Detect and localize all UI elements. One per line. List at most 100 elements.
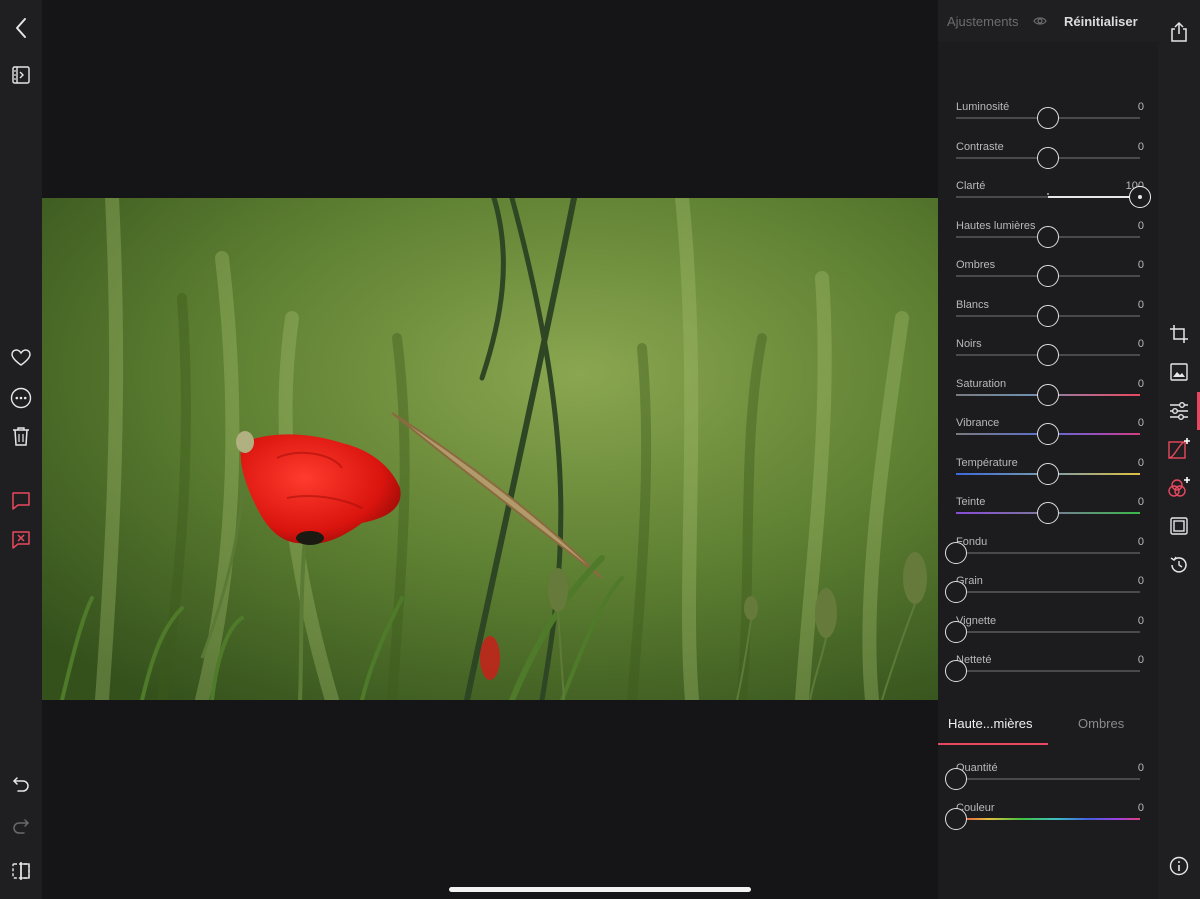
- panel-title: Ajustements: [947, 14, 1019, 29]
- back-icon[interactable]: [7, 14, 35, 42]
- slider-saturation[interactable]: Saturation 0: [956, 377, 1144, 414]
- slider-value: 0: [1137, 614, 1144, 627]
- slider-label: Luminosité: [956, 101, 1010, 113]
- slider-luminosit-[interactable]: Luminosité 0: [956, 101, 1144, 137]
- app-window: Ajustements Réinitialiser Luminosité 0 Con…: [0, 0, 1200, 899]
- slider-track[interactable]: [956, 630, 1140, 633]
- slider-knob[interactable]: [1129, 186, 1151, 208]
- slider-track[interactable]: [956, 551, 1140, 554]
- photo-poppy[interactable]: [42, 198, 938, 700]
- color-mix-icon[interactable]: [1167, 476, 1191, 500]
- photo-canvas[interactable]: [42, 0, 938, 899]
- info-icon[interactable]: [1167, 854, 1191, 878]
- slider-value: 0: [1137, 654, 1144, 666]
- slider-grain[interactable]: Grain 0: [945, 575, 1144, 611]
- slider-center-tick: [1047, 193, 1049, 195]
- share-icon[interactable]: [1167, 20, 1191, 44]
- slider-knob[interactable]: [1037, 107, 1059, 129]
- slider-temp-rature[interactable]: Température 0: [956, 457, 1144, 493]
- slider-couleur[interactable]: Couleur 0: [945, 802, 1144, 838]
- reject-icon[interactable]: [7, 526, 35, 554]
- panel-header: Ajustements Réinitialiser: [938, 0, 1158, 42]
- slider-knob[interactable]: [945, 620, 967, 643]
- slider-knob[interactable]: [945, 541, 967, 564]
- slider-track[interactable]: [956, 817, 1140, 820]
- tab-highlights[interactable]: Haute...mières: [948, 716, 1033, 731]
- split-toning-tabs: Haute...mières Ombres: [938, 703, 1158, 745]
- slider-value: 0: [1137, 140, 1144, 153]
- slider-hautes-lumi-res[interactable]: Hautes lumières 0: [956, 219, 1144, 256]
- slider-knob[interactable]: [1037, 344, 1059, 366]
- slider-knob[interactable]: [1037, 265, 1059, 287]
- slider-knob[interactable]: [1037, 502, 1059, 524]
- slider-knob[interactable]: [1037, 383, 1059, 406]
- frame-icon[interactable]: [1167, 514, 1191, 538]
- slider-teinte[interactable]: Teinte 0: [956, 496, 1144, 532]
- right-toolbar: [1158, 0, 1200, 899]
- slider-ombres[interactable]: Ombres 0: [956, 259, 1144, 295]
- slider-value: 0: [1137, 101, 1144, 113]
- history-icon[interactable]: [1167, 553, 1191, 577]
- slider-label: Saturation: [956, 377, 1007, 390]
- eye-icon[interactable]: [1033, 14, 1047, 32]
- slider-value: 0: [1137, 298, 1144, 311]
- slider-label: Ombres: [956, 259, 996, 271]
- slider-value: 0: [1137, 219, 1144, 232]
- slider-label: Teinte: [956, 496, 986, 508]
- heart-icon[interactable]: [7, 344, 35, 372]
- tab-shadows[interactable]: Ombres: [1078, 716, 1124, 731]
- slider-label: Vibrance: [956, 417, 1000, 429]
- slider-vignette[interactable]: Vignette 0: [945, 615, 1144, 651]
- slider-track[interactable]: [956, 670, 1140, 672]
- slider-nettet-[interactable]: Netteté 0: [945, 654, 1144, 690]
- slider-contraste[interactable]: Contraste 0: [956, 140, 1144, 177]
- slider-knob[interactable]: [945, 581, 967, 603]
- slider-value: 0: [1137, 338, 1144, 350]
- comment-icon[interactable]: [7, 487, 35, 515]
- slider-label: Clarté: [956, 180, 986, 192]
- slider-value: 0: [1137, 259, 1144, 271]
- slider-vibrance[interactable]: Vibrance 0: [956, 417, 1144, 453]
- slider-track[interactable]: [956, 196, 1140, 198]
- image-icon[interactable]: [1167, 360, 1191, 384]
- adjust-icon[interactable]: [1167, 399, 1191, 423]
- slider-value: 0: [1137, 496, 1144, 508]
- curves-icon[interactable]: [1167, 437, 1191, 461]
- slider-knob[interactable]: [945, 768, 967, 790]
- slider-value: 0: [1137, 762, 1144, 774]
- slider-label: Noirs: [956, 338, 982, 350]
- slider-knob[interactable]: [1037, 225, 1059, 248]
- slider-value: 0: [1137, 417, 1144, 429]
- slider-value: 0: [1137, 456, 1144, 469]
- slider-label: Blancs: [956, 298, 990, 311]
- slider-knob[interactable]: [1037, 423, 1059, 445]
- slider-knob[interactable]: [1037, 462, 1059, 485]
- slider-fondu[interactable]: Fondu 0: [945, 536, 1144, 572]
- tab-active-indicator: [938, 743, 1048, 745]
- compare-icon[interactable]: [7, 857, 35, 885]
- slider-track[interactable]: [956, 591, 1140, 593]
- trash-icon[interactable]: [7, 422, 35, 450]
- adjustments-panel: Ajustements Réinitialiser Luminosité 0 Con…: [938, 0, 1158, 899]
- slider-track[interactable]: [956, 778, 1140, 780]
- slider-blancs[interactable]: Blancs 0: [956, 298, 1144, 335]
- slider-value: 0: [1137, 801, 1144, 814]
- reset-button[interactable]: Réinitialiser: [1064, 14, 1138, 29]
- slider-knob[interactable]: [945, 660, 967, 682]
- slider-clart-[interactable]: Clarté100: [956, 180, 1151, 216]
- left-toolbar: [0, 0, 42, 899]
- slider-label: Hautes lumières: [956, 219, 1036, 232]
- slider-value: 0: [1137, 535, 1144, 548]
- redo-icon[interactable]: [7, 813, 35, 841]
- slider-noirs[interactable]: Noirs 0: [956, 338, 1144, 374]
- slider-label: Contraste: [956, 140, 1004, 153]
- crop-icon[interactable]: [1167, 322, 1191, 346]
- browse-icon[interactable]: [7, 61, 35, 89]
- slider-knob[interactable]: [1037, 304, 1059, 327]
- more-icon[interactable]: [7, 384, 35, 412]
- slider-quantit-[interactable]: Quantité 0: [945, 762, 1144, 798]
- undo-icon[interactable]: [7, 771, 35, 799]
- slider-knob[interactable]: [1037, 146, 1059, 169]
- slider-knob[interactable]: [945, 807, 967, 830]
- slider-value: 0: [1137, 575, 1144, 587]
